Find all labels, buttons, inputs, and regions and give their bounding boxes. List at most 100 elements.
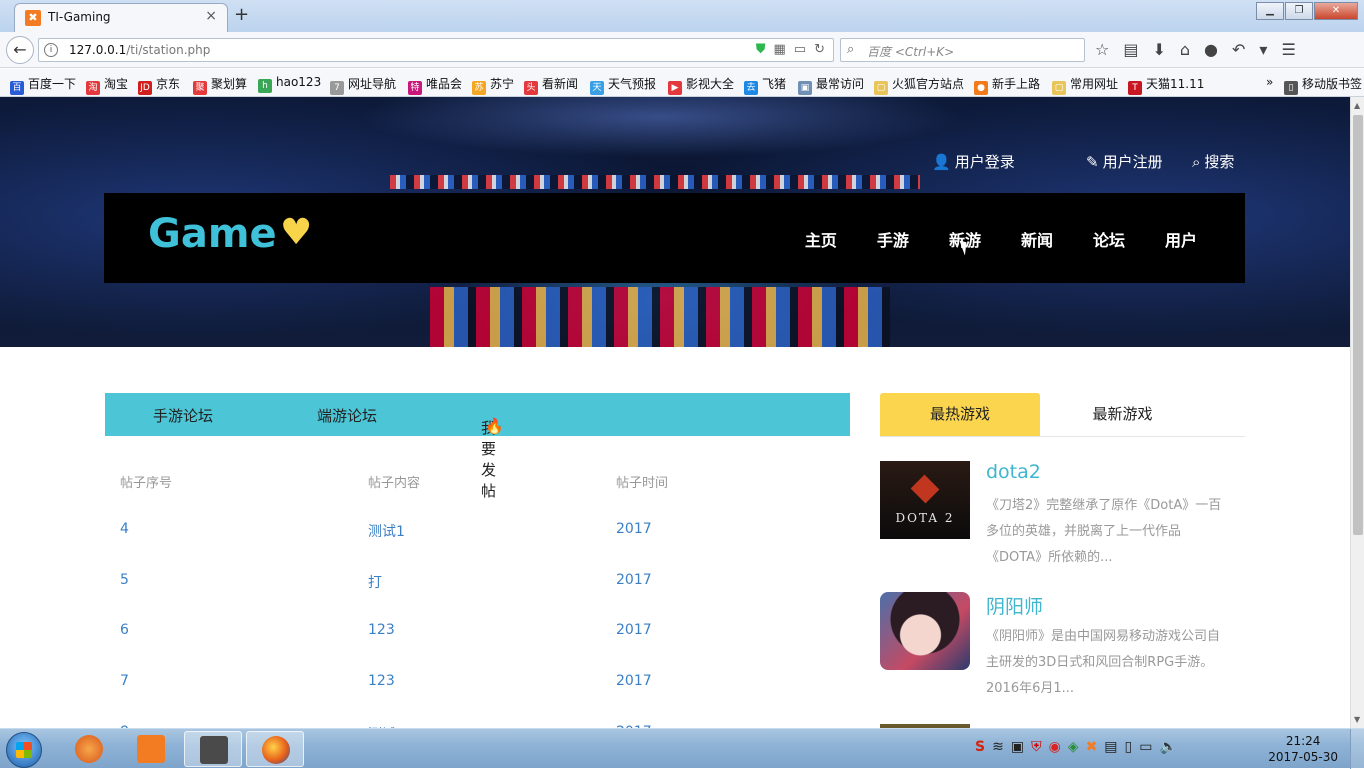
pencil-icon: ✎ [1086, 153, 1099, 171]
url-text[interactable]: 127.0.0.1/ti/station.php [69, 43, 210, 57]
dropdown-icon[interactable]: ▾ [1259, 40, 1267, 59]
dota2-thumbnail[interactable]: DOTA 2 [880, 461, 970, 539]
page-scrollbar[interactable]: ▲ ▼ [1350, 97, 1364, 728]
sogou-icon[interactable]: S [975, 739, 985, 755]
scroll-up-icon[interactable]: ▲ [1354, 101, 1360, 110]
reload-icon[interactable]: ↻ [814, 42, 825, 57]
bookmark-item[interactable]: JD 京东 [138, 75, 180, 95]
bookmark-item[interactable]: 天天气预报 [590, 75, 656, 95]
window-controls: ▁ ❐ ✕ [1255, 2, 1358, 20]
tab-pc-forum[interactable]: 端游论坛 [317, 405, 377, 426]
home-icon[interactable]: ⌂ [1180, 40, 1190, 59]
tab-mobile-forum[interactable]: 手游论坛 [153, 405, 213, 426]
menu-item[interactable]: 论坛 [1093, 227, 1125, 251]
taskbar-firefox[interactable] [246, 731, 304, 767]
system-tray: S ≋ ▣ ⛨ ◉ ◈ ✖ ▤ ▯ ▭ 🔈 [975, 739, 1177, 755]
bookmark-favicon-icon: ● [974, 81, 988, 95]
tab-close-icon[interactable]: × [205, 8, 217, 24]
download-icon[interactable]: ⬇ [1152, 40, 1165, 59]
url-bar[interactable]: i 127.0.0.1/ti/station.php ⛊ ▦ ▭ ↻ [38, 38, 834, 62]
taskbar-app-1[interactable] [60, 731, 118, 767]
bookmark-item[interactable]: ▢ 常用网址 [1052, 75, 1118, 95]
power-icon[interactable]: ▭ [1139, 739, 1152, 755]
show-desktop-button[interactable] [1350, 729, 1364, 769]
bookmark-item[interactable]: ▶ 影视大全 [668, 75, 734, 95]
bookmark-item[interactable]: ● 新手上路 [974, 75, 1040, 95]
mobile-bookmarks-button[interactable]: ▯ 移动版书签 [1284, 75, 1362, 95]
security-shield-icon[interactable]: ⛊ [756, 42, 766, 57]
shield-tray-icon[interactable]: ◈ [1068, 739, 1079, 755]
bookmark-favicon-icon: ▶ [668, 81, 682, 95]
post-content-cell[interactable]: 测试1 [368, 521, 405, 541]
xampp-tray-icon[interactable]: ✖ [1086, 739, 1098, 755]
bookmark-favicon-icon: 淘 [86, 81, 100, 95]
taskbar-clock[interactable]: 21:24 2017-05-30 [1268, 733, 1338, 765]
close-window-button[interactable]: ✕ [1314, 2, 1358, 20]
volume-icon[interactable]: 🔈 [1159, 739, 1176, 755]
menu-icon[interactable]: ☰ [1281, 40, 1295, 59]
tab-hot-games[interactable]: 最热游戏 [880, 393, 1040, 436]
site-info-icon[interactable]: i [44, 43, 58, 57]
library-icon[interactable]: ▤ [1123, 40, 1138, 59]
game-title[interactable]: dota2 [986, 461, 1041, 483]
reader-view-icon[interactable]: ▭ [794, 42, 806, 57]
onmyoji-thumbnail[interactable] [880, 592, 970, 670]
register-link[interactable]: ✎ 用户注册 [1086, 151, 1163, 172]
mobile-bookmarks-label: 移动版书签 [1302, 77, 1363, 91]
bookmark-item[interactable]: ▢ 火狐官方站点 [874, 75, 964, 95]
bookmark-item[interactable]: 聚聚划算 [193, 75, 247, 95]
start-button[interactable] [6, 732, 42, 768]
bookmarks-more-button[interactable]: » [1266, 75, 1273, 89]
scroll-down-icon[interactable]: ▼ [1354, 715, 1360, 724]
search-box[interactable]: ⌕ 百度 <Ctrl+K> [840, 38, 1085, 62]
wifi-icon[interactable]: ≋ [992, 739, 1004, 755]
history-back-icon[interactable]: ↶ [1232, 40, 1245, 59]
minimize-button[interactable]: ▁ [1256, 2, 1284, 20]
restore-button[interactable]: ❐ [1285, 2, 1313, 20]
game-title[interactable]: 阴阳师 [986, 592, 1043, 619]
security-icon[interactable]: ⛨ [1031, 739, 1042, 755]
post-content-cell[interactable]: 123 [368, 622, 395, 638]
bookmark-item[interactable]: 苏苏宁 [472, 75, 514, 95]
back-button[interactable]: ← [6, 36, 34, 64]
bookmark-item[interactable]: 去飞猪 [744, 75, 786, 95]
new-tab-button[interactable]: + [234, 4, 249, 25]
chat-icon[interactable]: ● [1204, 40, 1218, 59]
bookmark-item[interactable]: h hao123 [258, 75, 321, 93]
bookmark-item[interactable]: ▣ 最常访问 [798, 75, 864, 95]
header-post-time: 帖子时间 [616, 476, 669, 491]
scroll-thumb[interactable] [1353, 115, 1363, 535]
bookmark-label: 影视大全 [686, 77, 735, 91]
taskbar-sublime[interactable] [184, 731, 242, 767]
flag-icon[interactable]: ▤ [1104, 739, 1117, 755]
bookmark-item[interactable]: 头看新闻 [524, 75, 578, 95]
site-logo[interactable]: Game [148, 211, 277, 257]
bookmark-item[interactable]: 淘淘宝 [86, 75, 128, 95]
post-content-cell[interactable]: 123 [368, 673, 395, 689]
tab-new-games[interactable]: 最新游戏 [1040, 393, 1205, 436]
bookmark-label: 看新闻 [542, 77, 579, 91]
bookmark-favicon-icon: ▢ [1052, 81, 1066, 95]
post-content-cell[interactable]: 打 [368, 572, 382, 592]
search-link[interactable]: ⌕ 搜索 [1192, 151, 1234, 172]
bookmark-item[interactable]: T 天猫11.11 [1128, 75, 1204, 95]
bookmark-favicon-icon: T [1128, 81, 1142, 95]
bookmark-star-icon[interactable]: ☆ [1095, 40, 1109, 59]
login-link[interactable]: 👤 用户登录 [932, 151, 1015, 172]
taskbar-xampp[interactable] [122, 731, 180, 767]
bookmark-item[interactable]: 百百度一下 [10, 75, 76, 95]
menu-item[interactable]: 新闻 [1021, 227, 1053, 251]
post-id-cell: 5 [120, 571, 129, 588]
network-icon[interactable]: ▣ [1011, 739, 1024, 755]
firefox-icon [262, 736, 290, 764]
browser-tab[interactable]: ✖ TI-Gaming × [14, 3, 228, 32]
device-icon[interactable]: ▯ [1125, 739, 1133, 755]
bookmark-item[interactable]: 特唯品会 [408, 75, 462, 95]
menu-item[interactable]: 手游 [877, 227, 909, 251]
browser-nav-bar: ← i 127.0.0.1/ti/station.php ⛊ ▦ ▭ ↻ ⌕ 百… [0, 32, 1364, 68]
menu-item[interactable]: 主页 [805, 227, 837, 251]
qr-code-icon[interactable]: ▦ [774, 42, 786, 57]
antivirus-icon[interactable]: ◉ [1049, 739, 1061, 755]
menu-item[interactable]: 用户 [1165, 227, 1197, 251]
bookmark-item[interactable]: 7 网址导航 [330, 75, 396, 95]
